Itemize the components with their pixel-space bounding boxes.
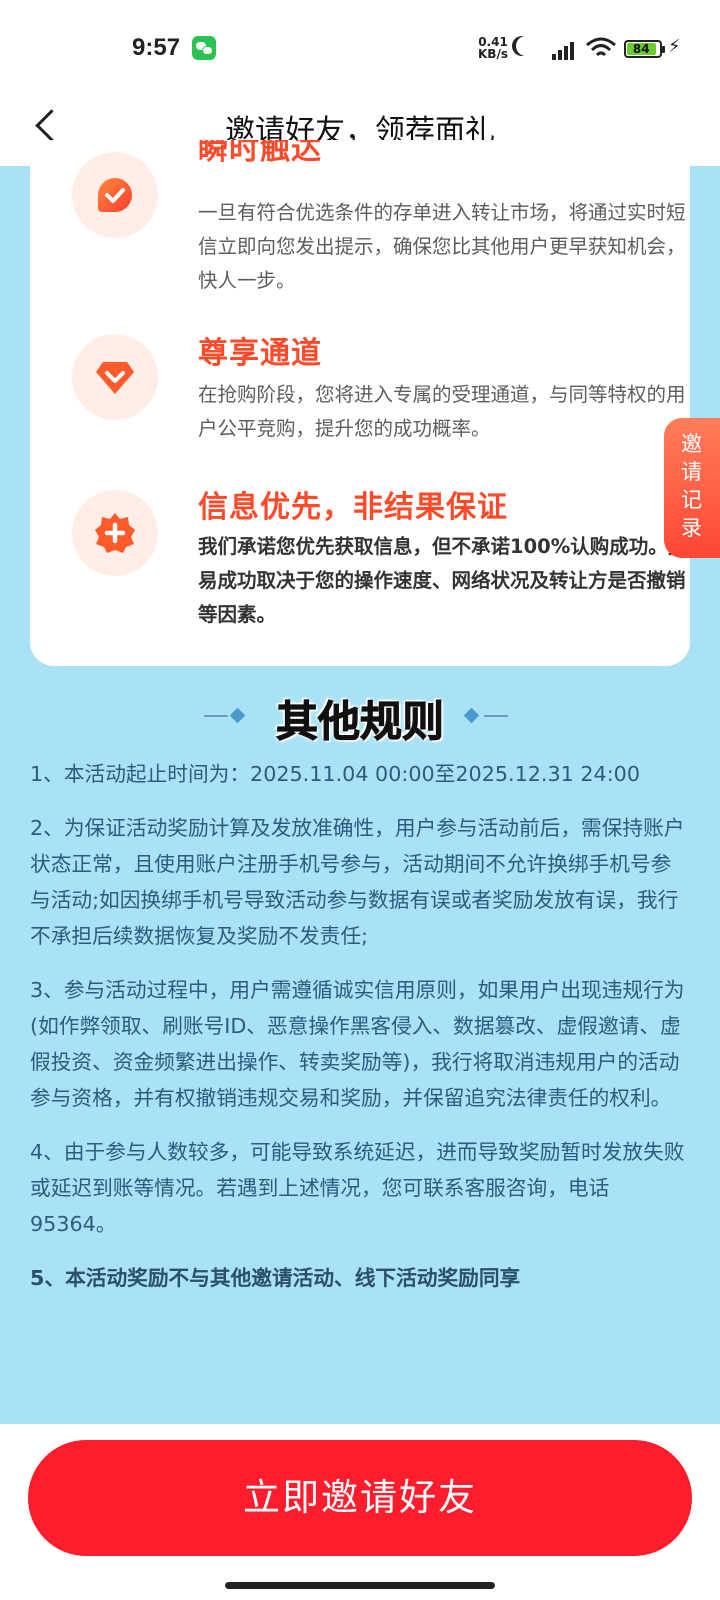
rules-title: 其他规则 (275, 697, 444, 747)
status-time: 9:57 (132, 34, 181, 61)
rule-item: 4、由于参与人数较多，可能导致系统延迟，进而导致奖励暂时发放失败或延迟到账等情况… (30, 1140, 685, 1236)
rules-list: 1、本活动起止时间为：2025.11.04 00:00至2025.12.31 2… (30, 756, 690, 1314)
home-indicator[interactable] (225, 1582, 495, 1589)
rule-item: 2、为保证活动奖励计算及发放准确性，用户参与活动前后，需保持账户状态正常，且使用… (30, 816, 685, 948)
rule-item: 1、本活动起止时间为：2025.11.04 00:00至2025.12.31 2… (30, 762, 641, 786)
feature-title: 尊享通道 (198, 336, 322, 371)
network-speed-unit: KB/s (478, 47, 508, 61)
feature-desc: 我们承诺您优先获取信息，但不承诺100%认购成功。交易成功取决于您的操作速度、网… (198, 535, 688, 626)
feature-desc: 在抢购阶段，您将进入专属的受理通道，与同等特权的用户公平竞购，提升您的成功概率。 (198, 383, 686, 440)
check-bubble-icon (72, 152, 158, 238)
rule-item: 5、本活动奖励不与其他邀请活动、线下活动奖励同享 (30, 1266, 521, 1290)
invite-records-label: 邀请记录 (681, 432, 702, 540)
divider-line (204, 715, 228, 717)
feature-title: 瞬时触达 (198, 140, 322, 167)
do-not-disturb-icon (516, 36, 536, 56)
feature-title: 信息优先，非结果保证 (198, 490, 508, 525)
privilege-card: 瞬时触达 一旦有符合优选条件的存单进入转让市场，将通过实时短信立即向您发出提示，… (30, 140, 690, 666)
rules-header: 其他规则 (0, 688, 720, 747)
status-bar: 9:57 0.41 KB/s 84 ⚡ (0, 0, 720, 90)
bottom-bar: 立即邀请好友 (0, 1424, 720, 1600)
charging-icon: ⚡ (668, 36, 681, 57)
invite-records-tab[interactable]: 邀请记录 (664, 418, 720, 558)
wechat-icon (192, 36, 216, 60)
battery-level: 84 (627, 43, 656, 55)
plus-badge-icon (72, 490, 158, 576)
diamond-dot-icon (229, 707, 246, 724)
divider-line (484, 715, 508, 717)
diamond-icon (72, 334, 158, 420)
feature-desc: 一旦有符合优选条件的存单进入转让市场，将通过实时短信立即向您发出提示，确保您比其… (198, 201, 686, 292)
network-speed: 0.41 KB/s (478, 36, 508, 60)
signal-icon (548, 40, 576, 60)
battery-icon: 84 (624, 40, 665, 58)
rule-item: 3、参与活动过程中，用户需遵循诚实信用原则，如果用户出现违规行为(如作弊领取、刷… (30, 978, 685, 1110)
diamond-dot-icon (463, 707, 480, 724)
wifi-icon (586, 37, 616, 57)
invite-friends-button[interactable]: 立即邀请好友 (28, 1440, 692, 1556)
